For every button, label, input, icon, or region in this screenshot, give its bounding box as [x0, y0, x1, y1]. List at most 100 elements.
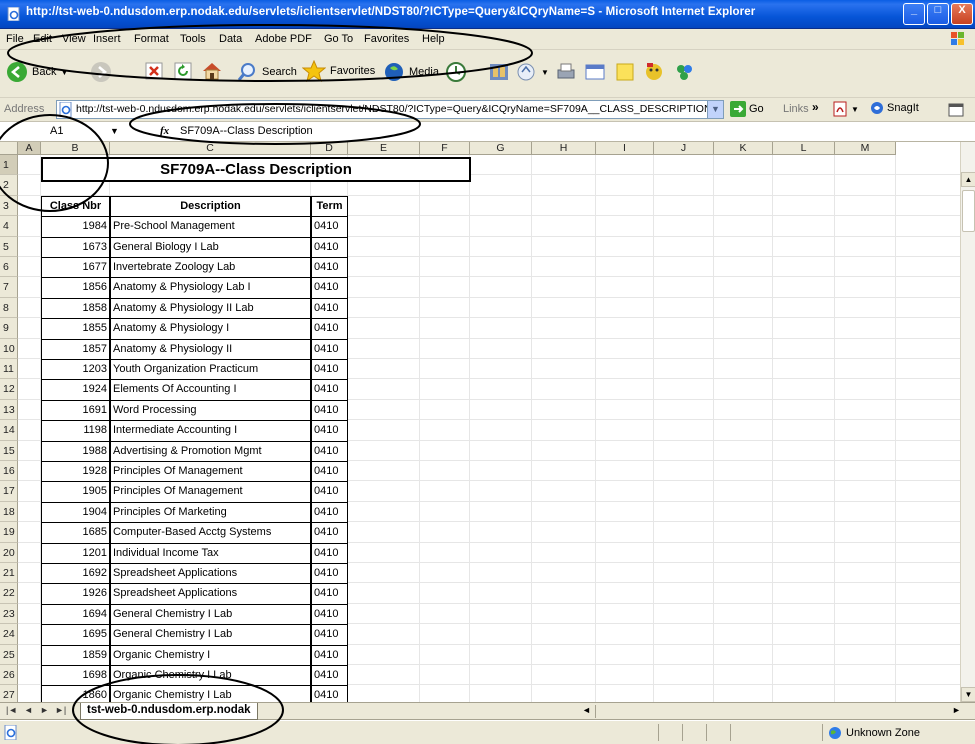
header-cell-term[interactable]: Term [311, 195, 348, 218]
description-cell[interactable]: Organic Chemistry I [110, 644, 311, 666]
class-nbr-cell[interactable]: 1858 [41, 297, 110, 320]
class-nbr-cell[interactable]: 1984 [41, 216, 110, 238]
minimize-button[interactable]: _ [903, 3, 925, 25]
messenger-button[interactable] [643, 61, 665, 83]
stop-button[interactable] [144, 61, 164, 81]
description-cell[interactable]: Elements Of Accounting I [110, 379, 311, 401]
menu-help[interactable]: Help [422, 33, 445, 45]
term-cell[interactable]: 0410 [311, 685, 348, 702]
description-cell[interactable]: General Chemistry I Lab [110, 624, 311, 646]
description-cell[interactable]: General Chemistry I Lab [110, 603, 311, 626]
edit-button[interactable] [584, 61, 606, 83]
term-cell[interactable]: 0410 [311, 277, 348, 299]
class-nbr-cell[interactable]: 1692 [41, 563, 110, 585]
term-cell[interactable]: 0410 [311, 583, 348, 605]
header-cell-description[interactable]: Description [110, 195, 311, 218]
class-nbr-cell[interactable]: 1685 [41, 522, 110, 544]
scroll-left-button[interactable]: ◄ [582, 705, 591, 715]
horizontal-scrollbar[interactable] [595, 705, 945, 718]
scroll-right-button[interactable]: ► [952, 705, 961, 715]
row-header-3[interactable]: 3 [0, 195, 18, 217]
column-header-d[interactable]: D [311, 142, 348, 155]
name-box-dropdown-icon[interactable]: ▼ [110, 126, 119, 136]
row-header-10[interactable]: 10 [0, 338, 18, 359]
first-sheet-button[interactable]: |◄ [6, 705, 17, 715]
description-cell[interactable]: Anatomy & Physiology II Lab [110, 297, 311, 320]
row-header-19[interactable]: 19 [0, 522, 18, 543]
description-cell[interactable]: Organic Chemistry I Lab [110, 665, 311, 687]
row-header-23[interactable]: 23 [0, 603, 18, 625]
description-cell[interactable]: Invertebrate Zoology Lab [110, 257, 311, 279]
home-button[interactable] [201, 60, 223, 82]
term-cell[interactable]: 0410 [311, 257, 348, 279]
menu-insert[interactable]: Insert [93, 33, 121, 45]
class-nbr-cell[interactable]: 1691 [41, 399, 110, 422]
column-header-g[interactable]: G [470, 142, 532, 155]
class-nbr-cell[interactable]: 1198 [41, 420, 110, 442]
term-cell[interactable]: 0410 [311, 461, 348, 483]
description-cell[interactable]: Organic Chemistry I Lab [110, 685, 311, 702]
menu-go-to[interactable]: Go To [324, 33, 353, 45]
description-cell[interactable]: General Biology I Lab [110, 236, 311, 258]
row-header-17[interactable]: 17 [0, 481, 18, 502]
next-sheet-button[interactable]: ► [40, 705, 49, 715]
media-button[interactable]: Media [383, 61, 439, 83]
term-cell[interactable]: 0410 [311, 216, 348, 238]
menu-adobe-pdf[interactable]: Adobe PDF [255, 33, 312, 45]
term-cell[interactable]: 0410 [311, 624, 348, 646]
description-cell[interactable]: Individual Income Tax [110, 542, 311, 564]
menu-view[interactable]: View [62, 33, 86, 45]
row-header-6[interactable]: 6 [0, 257, 18, 278]
class-nbr-cell[interactable]: 1203 [41, 359, 110, 381]
term-cell[interactable]: 0410 [311, 603, 348, 626]
name-box[interactable]: A1 ▼ [2, 123, 122, 141]
column-header-j[interactable]: J [654, 142, 714, 155]
menu-file[interactable]: File [6, 33, 24, 45]
term-cell[interactable]: 0410 [311, 297, 348, 320]
column-header-e[interactable]: E [348, 142, 420, 155]
class-nbr-cell[interactable]: 1924 [41, 379, 110, 401]
links-chevron-icon[interactable]: » [812, 100, 819, 114]
term-cell[interactable]: 0410 [311, 440, 348, 462]
menu-edit[interactable]: Edit [33, 33, 52, 45]
row-header-22[interactable]: 22 [0, 583, 18, 604]
term-cell[interactable]: 0410 [311, 236, 348, 258]
class-nbr-cell[interactable]: 1926 [41, 583, 110, 605]
report-title-cell[interactable]: SF709A--Class Description [41, 157, 471, 182]
last-sheet-button[interactable]: ►| [55, 705, 66, 715]
class-nbr-cell[interactable]: 1695 [41, 624, 110, 646]
row-header-7[interactable]: 7 [0, 277, 18, 298]
spreadsheet-grid[interactable]: A B C D E F G H I J K L M 1 2 3 4 5 6 7 8 9 10 11 12 13 14 15 16 17 18… [0, 142, 960, 702]
menu-favorites[interactable]: Favorites [364, 33, 409, 45]
term-cell[interactable]: 0410 [311, 644, 348, 666]
class-nbr-cell[interactable]: 1673 [41, 236, 110, 258]
class-nbr-cell[interactable]: 1988 [41, 440, 110, 462]
row-header-8[interactable]: 8 [0, 297, 18, 319]
mail-dropdown-icon[interactable]: ▼ [541, 68, 549, 77]
column-header-h[interactable]: H [532, 142, 596, 155]
header-cell-class-nbr[interactable]: Class Nbr [41, 195, 110, 218]
term-cell[interactable]: 0410 [311, 399, 348, 422]
term-cell[interactable]: 0410 [311, 542, 348, 564]
class-nbr-cell[interactable]: 1855 [41, 318, 110, 340]
row-header-13[interactable]: 13 [0, 399, 18, 421]
note-button[interactable] [614, 61, 636, 83]
row-header-9[interactable]: 9 [0, 318, 18, 339]
description-cell[interactable]: Spreadsheet Applications [110, 583, 311, 605]
term-cell[interactable]: 0410 [311, 501, 348, 524]
term-cell[interactable]: 0410 [311, 420, 348, 442]
row-header-11[interactable]: 11 [0, 359, 18, 380]
description-cell[interactable]: Intermediate Accounting I [110, 420, 311, 442]
class-nbr-cell[interactable]: 1857 [41, 338, 110, 360]
forward-button[interactable] [90, 61, 112, 83]
column-header-m[interactable]: M [835, 142, 896, 155]
search-button[interactable]: Search [236, 61, 297, 83]
address-field[interactable]: http://tst-web-0.ndusdom.erp.nodak.edu/s… [56, 100, 724, 119]
row-header-20[interactable]: 20 [0, 542, 18, 563]
pdf-button[interactable]: ▼ [832, 101, 859, 117]
term-cell[interactable]: 0410 [311, 563, 348, 585]
row-header-5[interactable]: 5 [0, 236, 18, 257]
term-cell[interactable]: 0410 [311, 338, 348, 360]
term-cell[interactable]: 0410 [311, 379, 348, 401]
go-button[interactable]: Go [730, 101, 764, 117]
